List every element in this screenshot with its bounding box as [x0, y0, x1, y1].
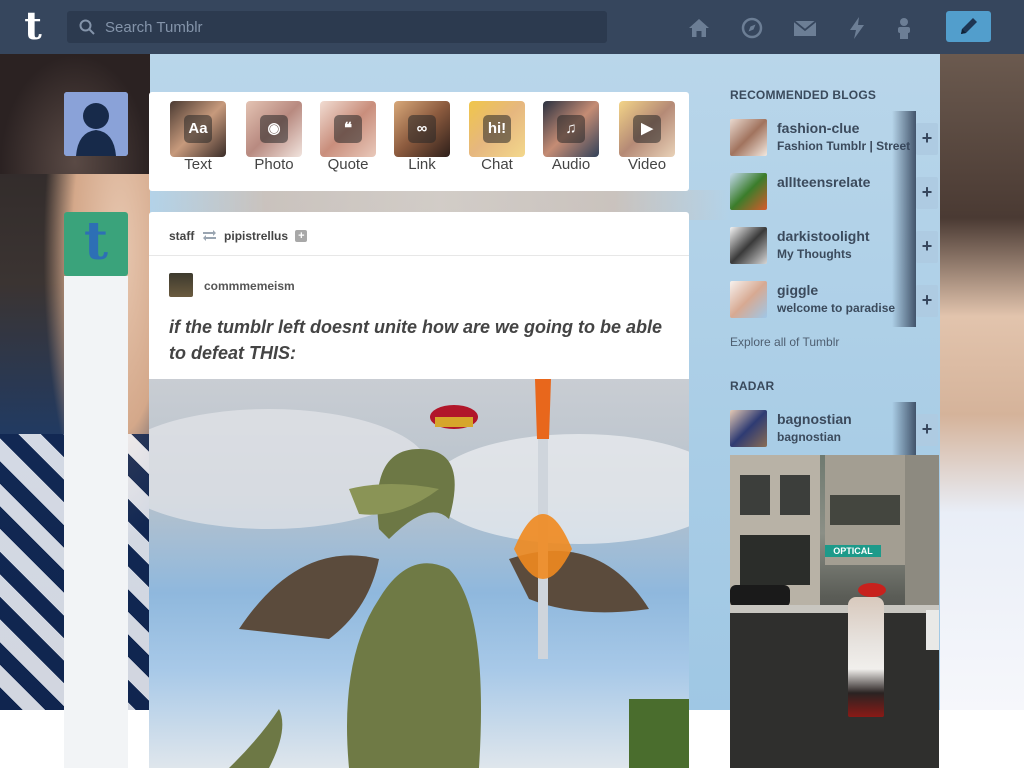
follow-button[interactable]: + — [916, 123, 938, 155]
follow-button[interactable]: + — [916, 285, 938, 317]
inbox-icon[interactable] — [793, 16, 817, 40]
source-blog-avatar[interactable] — [169, 273, 193, 297]
recommended-blogs-title: RECOMMENDED BLOGS — [730, 88, 877, 102]
search-icon — [79, 19, 95, 35]
storefront-sign: OPTICAL — [825, 545, 881, 557]
blog-avatar[interactable] — [730, 410, 767, 447]
pencil-icon — [961, 18, 977, 34]
blog-name[interactable]: darkistoolight — [777, 228, 870, 244]
dragon-illustration — [149, 379, 689, 768]
post-type-chat[interactable]: hi! Chat — [469, 101, 525, 173]
radar-blog-item[interactable]: bagnostian bagnostian + — [730, 402, 940, 456]
blog-name[interactable]: fashion-clue — [777, 120, 859, 136]
post-type-video[interactable]: ▶ Video — [619, 101, 675, 173]
post-type-label: Text — [184, 156, 212, 173]
post-photo[interactable] — [149, 379, 689, 768]
blog-fade — [892, 165, 916, 219]
text-icon: Aa — [184, 115, 212, 143]
right-sidebar: RECOMMENDED BLOGS fashion-clue Fashion T… — [730, 88, 940, 768]
post-type-link[interactable]: ∞ Link — [394, 101, 450, 173]
staff-avatar[interactable]: t — [64, 212, 128, 276]
dashboard-post: staff pipistrellus + commmemeism if the … — [149, 212, 689, 768]
blog-avatar[interactable] — [730, 281, 767, 318]
background-photo-right — [940, 54, 1024, 710]
top-navigation-bar: t — [0, 0, 1024, 54]
post-type-label: Link — [408, 156, 436, 173]
link-icon: ∞ — [408, 115, 436, 143]
blog-name[interactable]: giggle — [777, 282, 818, 298]
post-type-label: Audio — [551, 156, 591, 173]
follow-button[interactable]: + — [916, 414, 938, 446]
blog-name[interactable]: allIteensrelate — [777, 174, 870, 190]
avatar-column — [64, 276, 128, 768]
reblog-source-link[interactable]: staff — [169, 229, 194, 243]
post-header: staff pipistrellus + — [169, 228, 308, 244]
post-type-text[interactable]: Aa Text — [170, 101, 226, 173]
post-type-thumb: ∞ — [394, 101, 450, 157]
post-type-thumb: ❝ — [320, 101, 376, 157]
red-hat — [858, 583, 886, 597]
post-type-thumb: hi! — [469, 101, 525, 157]
explore-icon[interactable] — [740, 16, 764, 40]
radar-photo[interactable]: OPTICAL — [730, 455, 939, 768]
reblogger-link[interactable]: pipistrellus — [224, 229, 288, 243]
tumblr-logo[interactable]: t — [14, 7, 52, 46]
search-box[interactable] — [67, 11, 607, 43]
post-type-selector: Aa Text ◉ Photo ❝ Quote ∞ Link hi! Chat … — [149, 92, 689, 191]
default-avatar-icon — [64, 92, 128, 156]
photo-person — [848, 597, 884, 717]
compose-button[interactable] — [946, 11, 991, 42]
post-type-photo[interactable]: ◉ Photo — [246, 101, 302, 173]
follow-button[interactable]: + — [916, 177, 938, 209]
post-type-thumb: Aa — [170, 101, 226, 157]
blog-avatar[interactable] — [730, 119, 767, 156]
headphones-icon: ♫ — [557, 115, 585, 143]
post-type-thumb: ♫ — [543, 101, 599, 157]
blog-avatar[interactable] — [730, 173, 767, 210]
blog-fade — [892, 219, 916, 273]
post-type-label: Video — [627, 156, 667, 173]
blog-avatar[interactable] — [730, 227, 767, 264]
blog-fade — [892, 273, 916, 327]
chat-icon: hi! — [483, 115, 511, 143]
home-icon[interactable] — [687, 16, 711, 40]
account-icon[interactable] — [892, 16, 916, 40]
explore-all-link[interactable]: Explore all of Tumblr — [730, 335, 839, 349]
post-divider — [149, 255, 689, 256]
post-body-text: if the tumblr left doesnt unite how are … — [169, 317, 663, 363]
radar-title: RADAR — [730, 379, 775, 393]
quote-icon: ❝ — [334, 115, 362, 143]
blog-fade — [892, 111, 916, 165]
source-blog-name[interactable]: commmemeism — [204, 279, 295, 293]
follow-button[interactable]: + — [916, 231, 938, 263]
post-type-quote[interactable]: ❝ Quote — [320, 101, 376, 173]
activity-icon[interactable] — [845, 16, 869, 40]
video-camera-icon: ▶ — [633, 115, 661, 143]
post-type-audio[interactable]: ♫ Audio — [543, 101, 599, 173]
search-input[interactable] — [105, 11, 595, 43]
recommended-blog-item[interactable]: darkistoolight My Thoughts + — [730, 219, 940, 273]
reblog-icon — [202, 230, 216, 242]
follow-plus-icon[interactable]: + — [295, 229, 308, 242]
street-scene — [730, 455, 939, 768]
post-type-thumb: ▶ — [619, 101, 675, 157]
post-type-label: Photo — [254, 156, 294, 173]
blog-name[interactable]: bagnostian — [777, 411, 852, 427]
post-type-label: Quote — [327, 156, 369, 173]
recommended-blog-item[interactable]: allIteensrelate + — [730, 165, 940, 219]
post-type-label: Chat — [481, 156, 513, 173]
recommended-blog-item[interactable]: giggle welcome to paradise + — [730, 273, 940, 327]
user-avatar[interactable] — [64, 92, 128, 156]
blog-fade — [892, 402, 916, 456]
recommended-blog-item[interactable]: fashion-clue Fashion Tumblr | Street Sty… — [730, 111, 940, 165]
post-type-thumb: ◉ — [246, 101, 302, 157]
camera-icon: ◉ — [260, 115, 288, 143]
